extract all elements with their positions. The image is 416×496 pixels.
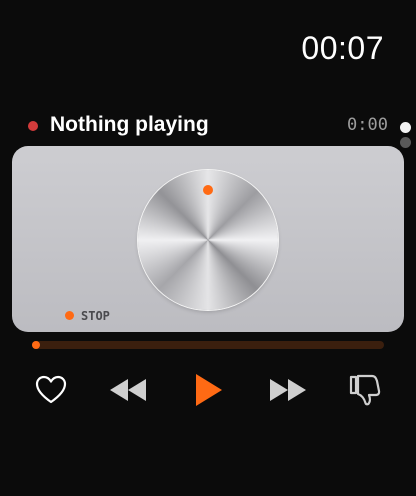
fast-forward-icon	[270, 379, 306, 401]
page-indicator	[400, 122, 411, 152]
elapsed-time: 0:00	[347, 115, 388, 135]
rewind-icon	[110, 379, 146, 401]
play-button[interactable]	[186, 368, 230, 412]
thumbs-down-icon	[349, 374, 381, 406]
status-time: 00:07	[301, 30, 384, 66]
state-indicator-dot	[65, 311, 74, 320]
like-button[interactable]	[29, 368, 73, 412]
jog-wheel-marker	[203, 185, 213, 195]
play-icon	[196, 374, 222, 406]
rewind-button[interactable]	[106, 368, 150, 412]
recording-indicator	[28, 121, 38, 131]
now-playing-title: Nothing playing	[50, 113, 209, 136]
dislike-button[interactable]	[343, 368, 387, 412]
state-label: STOP	[81, 309, 110, 323]
transport-controls	[0, 368, 416, 412]
progress-bar[interactable]	[32, 341, 384, 349]
player-deck: STOP	[12, 146, 404, 332]
heart-icon	[35, 375, 67, 404]
progress-thumb[interactable]	[32, 341, 40, 349]
jog-wheel[interactable]	[138, 170, 278, 310]
fast-forward-button[interactable]	[266, 368, 310, 412]
page-dot-active[interactable]	[400, 122, 411, 133]
page-dot-inactive[interactable]	[400, 137, 411, 148]
now-playing-row: Nothing playing 0:00	[28, 112, 388, 140]
